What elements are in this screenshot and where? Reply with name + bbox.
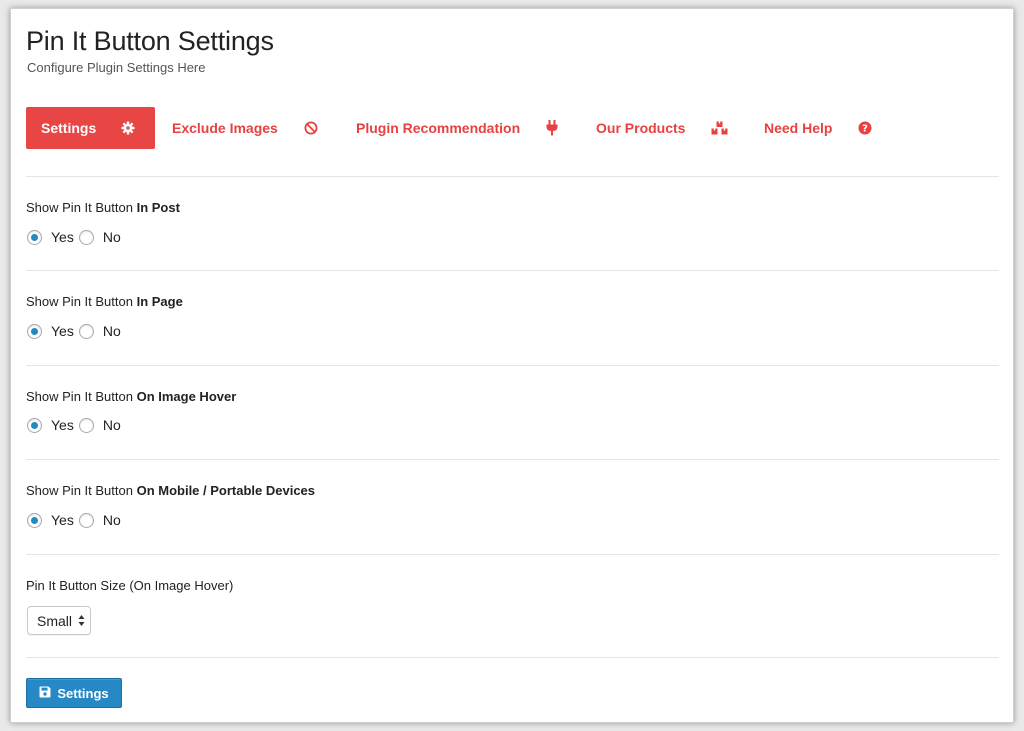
tab-exclude-images[interactable]: Exclude Images — [172, 107, 318, 149]
radio-group-on-mobile: Yes No — [27, 512, 126, 528]
radio-label-no: No — [102, 512, 121, 528]
setting-label-prefix: Show Pin It Button — [26, 200, 137, 215]
radio-in-post-no[interactable] — [78, 229, 94, 245]
radio-on-mobile-no[interactable] — [78, 512, 94, 528]
tab-plugin-recommendation[interactable]: Plugin Recommendation — [356, 107, 558, 149]
tab-bar: Settings Exclude Images Plugin Recommend… — [26, 107, 1006, 149]
radio-group-in-page: Yes No — [27, 323, 126, 339]
setting-label-on-image-hover: Show Pin It Button On Image Hover — [26, 389, 236, 404]
divider — [26, 554, 999, 555]
setting-label-emphasis: On Mobile / Portable Devices — [136, 483, 316, 498]
divider — [26, 365, 999, 366]
radio-in-page-no[interactable] — [78, 323, 94, 339]
divider — [26, 176, 999, 177]
setting-label-on-mobile: Show Pin It Button On Mobile / Portable … — [26, 483, 315, 498]
settings-panel: Pin It Button Settings Configure Plugin … — [10, 8, 1014, 723]
radio-label-yes: Yes — [51, 323, 74, 339]
gear-icon — [121, 121, 135, 135]
setting-label-in-post: Show Pin It Button In Post — [26, 200, 180, 215]
setting-label-in-page: Show Pin It Button In Page — [26, 294, 183, 309]
tab-settings[interactable]: Settings — [26, 107, 155, 149]
tab-plugin-recommendation-label: Plugin Recommendation — [356, 120, 521, 136]
svg-text:?: ? — [863, 124, 869, 135]
radio-on-image-hover-no[interactable] — [78, 417, 94, 433]
setting-label-prefix: Show Pin It Button — [26, 389, 137, 404]
question-circle-icon: ? — [858, 121, 872, 135]
radio-label-no: No — [102, 323, 121, 339]
tab-our-products-label: Our Products — [596, 120, 686, 136]
divider — [26, 270, 999, 271]
ban-icon — [304, 121, 318, 135]
setting-label-prefix: Show Pin It Button — [26, 483, 137, 498]
tab-need-help[interactable]: Need Help ? — [764, 107, 872, 149]
button-size-select-value: Small — [37, 612, 73, 629]
radio-on-mobile-yes[interactable] — [27, 512, 42, 528]
save-settings-button[interactable]: Settings — [26, 678, 122, 708]
divider — [26, 459, 999, 460]
divider — [26, 657, 999, 658]
plug-icon — [546, 120, 558, 136]
radio-in-page-yes[interactable] — [27, 323, 42, 339]
cubes-icon — [711, 121, 728, 135]
radio-group-on-image-hover: Yes No — [27, 417, 126, 433]
radio-label-yes: Yes — [51, 229, 74, 245]
setting-label-emphasis: In Post — [136, 200, 180, 215]
tab-exclude-images-label: Exclude Images — [172, 120, 278, 136]
page-subtitle: Configure Plugin Settings Here — [27, 60, 206, 75]
radio-label-yes: Yes — [51, 417, 74, 433]
floppy-disk-icon — [39, 686, 51, 701]
tab-need-help-label: Need Help — [764, 120, 833, 136]
radio-label-no: No — [102, 229, 121, 245]
tab-our-products[interactable]: Our Products — [596, 107, 728, 149]
button-size-select[interactable]: Small — [27, 606, 91, 635]
radio-group-in-post: Yes No — [27, 229, 126, 245]
page-title: Pin It Button Settings — [26, 26, 274, 56]
radio-label-no: No — [102, 417, 121, 433]
radio-on-image-hover-yes[interactable] — [27, 417, 42, 433]
save-settings-label: Settings — [57, 685, 109, 701]
tab-settings-label: Settings — [41, 120, 97, 136]
radio-in-post-yes[interactable] — [27, 229, 42, 245]
setting-label-prefix: Show Pin It Button — [26, 294, 137, 309]
radio-label-yes: Yes — [51, 512, 74, 528]
size-setting-label: Pin It Button Size (On Image Hover) — [26, 578, 234, 593]
setting-label-emphasis: On Image Hover — [136, 389, 237, 404]
setting-label-emphasis: In Page — [136, 294, 183, 309]
select-arrows-icon — [78, 614, 85, 630]
